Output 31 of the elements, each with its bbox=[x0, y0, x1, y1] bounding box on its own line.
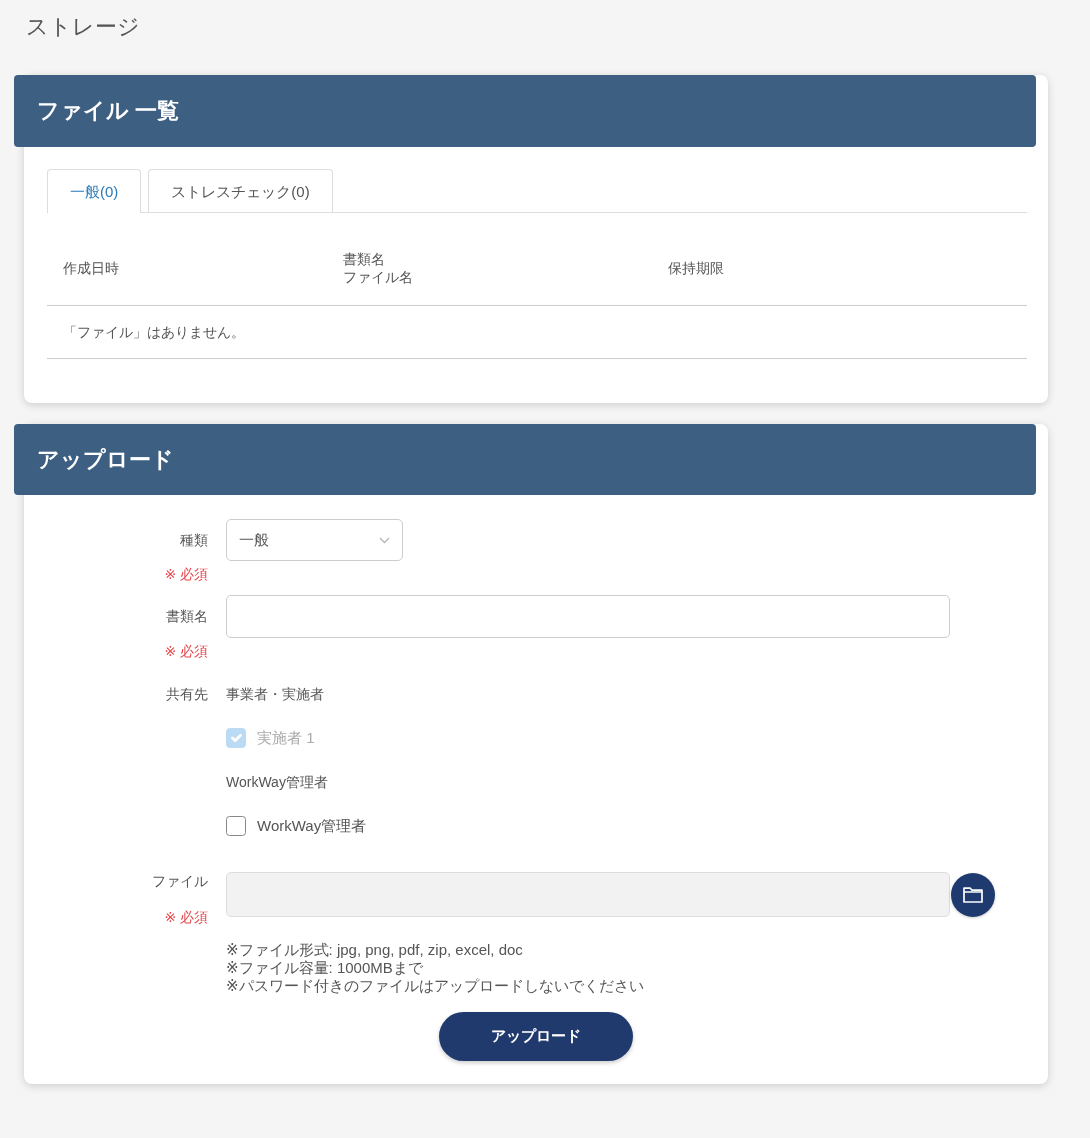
note-text: ※ファイル容量: 1000MBまで bbox=[226, 959, 423, 977]
field-label: 種類 bbox=[180, 531, 208, 550]
column-header: 保持期限 bbox=[668, 259, 724, 277]
field-label: 書類名 bbox=[166, 607, 208, 626]
folder-icon bbox=[963, 886, 983, 903]
checkbox-label: WorkWay管理者 bbox=[257, 815, 367, 836]
tab[interactable]: ストレスチェック(0) bbox=[148, 169, 333, 212]
chevron-down-icon bbox=[379, 536, 390, 544]
column-header: 書類名 ファイル名 bbox=[343, 250, 413, 286]
column-header: 作成日時 bbox=[63, 259, 119, 277]
section-header: アップロード bbox=[14, 424, 1036, 495]
note-text: ※ファイル形式: jpg, png, pdf, zip, excel, doc bbox=[226, 941, 523, 959]
type-select[interactable]: 一般 bbox=[226, 519, 403, 561]
checkbox-label: 実施者 1 bbox=[257, 727, 315, 748]
required-note: ※ 必須 bbox=[164, 908, 208, 927]
text-input-field[interactable] bbox=[226, 595, 950, 638]
required-note: ※ 必須 bbox=[164, 565, 208, 584]
upload-button[interactable]: アップロード bbox=[439, 1012, 633, 1061]
share-group-title: 事業者・実施者 bbox=[226, 684, 324, 704]
required-note: ※ 必須 bbox=[164, 642, 208, 661]
empty-message: 「ファイル」はありません。 bbox=[63, 324, 245, 340]
file-path-field[interactable] bbox=[226, 872, 950, 917]
field-label: ファイル bbox=[152, 872, 208, 891]
share-group-title: WorkWay管理者 bbox=[226, 772, 328, 792]
tab[interactable]: 一般(0) bbox=[47, 169, 142, 213]
field-label: 共有先 bbox=[166, 685, 208, 704]
checkbox[interactable] bbox=[226, 816, 246, 836]
note-text: ※パスワード付きのファイルはアップロードしないでください bbox=[226, 977, 644, 995]
page-title: ストレージ bbox=[26, 13, 140, 41]
section-header: ファイル 一覧 bbox=[14, 75, 1036, 147]
folder-button[interactable] bbox=[951, 872, 995, 917]
